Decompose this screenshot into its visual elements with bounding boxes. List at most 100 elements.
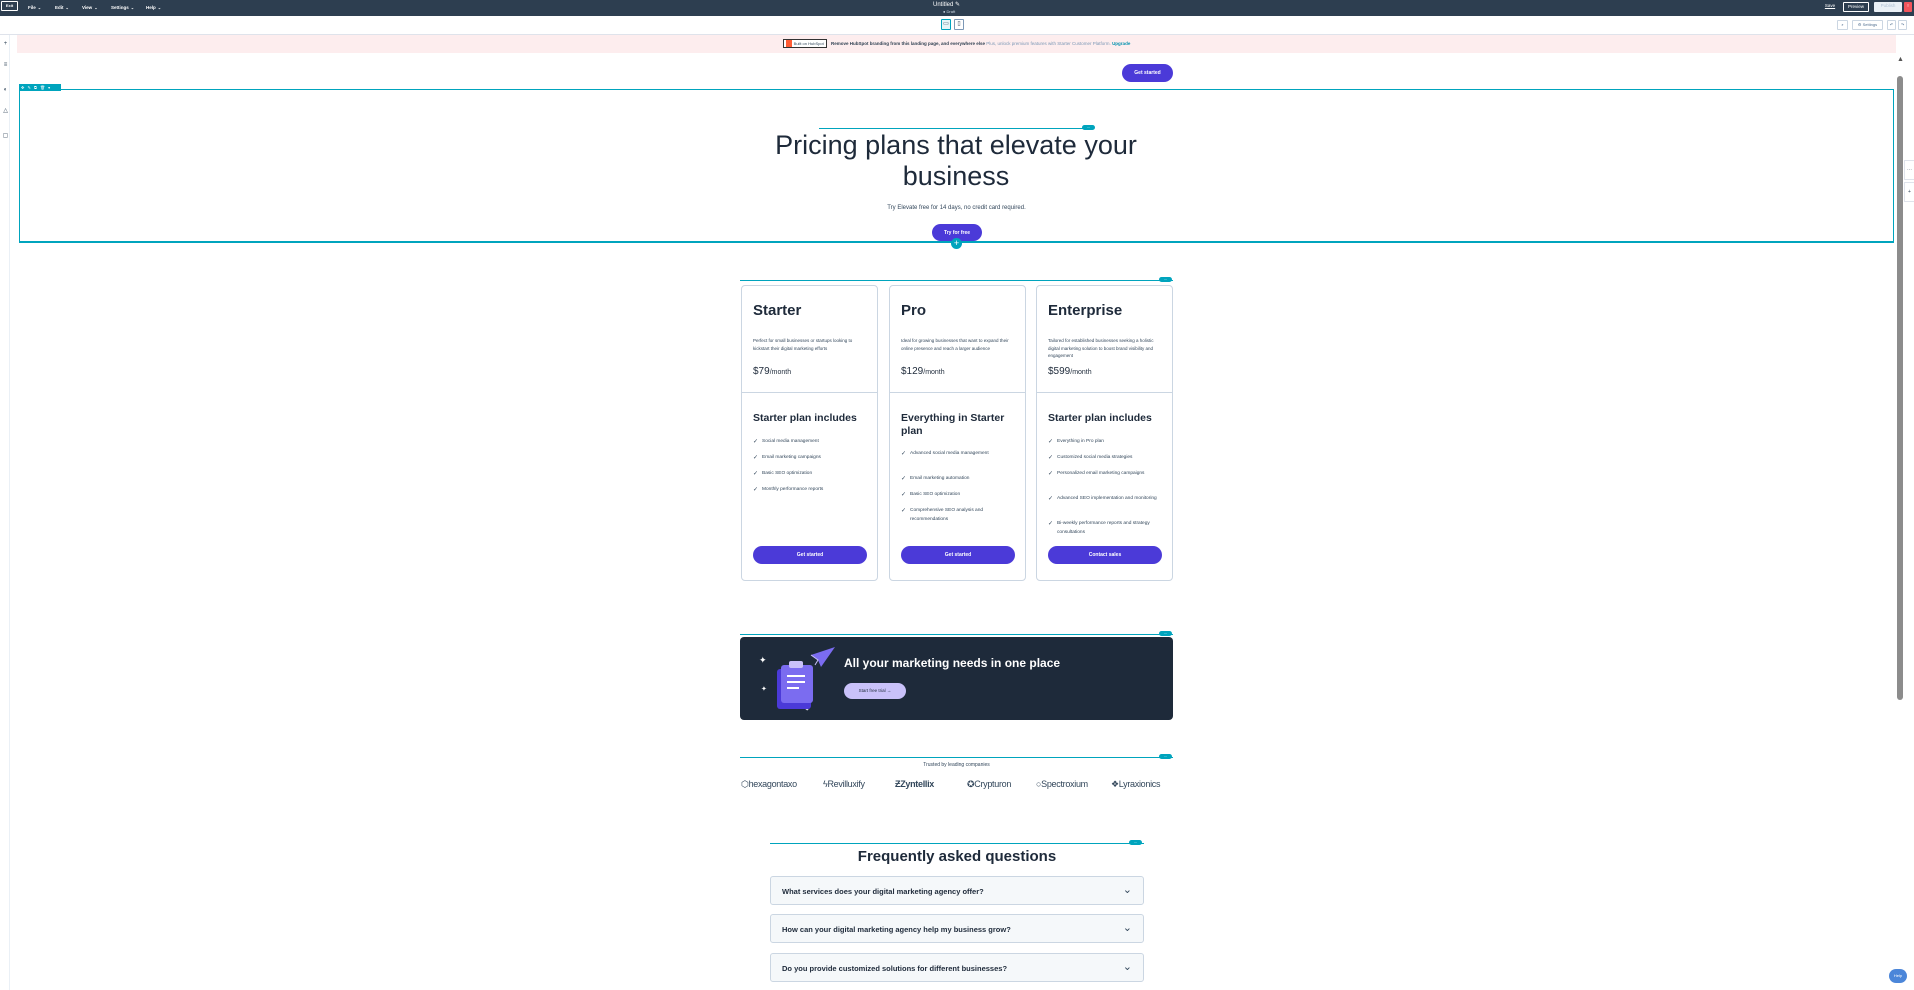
plan-feature-text: Comprehensive SEO analysis and recommend… — [910, 508, 984, 522]
plan-price-amount: $129 — [901, 366, 924, 377]
plan-feature: ✓ Advanced SEO implementation and monitor… — [1048, 495, 1164, 504]
header-get-started-button[interactable]: Get started — [1122, 64, 1173, 82]
help-chat-button[interactable]: Help — [1889, 969, 1907, 983]
upgrade-link[interactable]: Upgrade — [1112, 41, 1130, 46]
start-free-trial-button[interactable]: Start free trial → — [844, 683, 906, 699]
hubspot-badge-label: Built on HubSpot — [793, 41, 824, 47]
starter-get-started-button[interactable]: Get started — [753, 546, 867, 564]
logo-zyntellix: ƵZyntellix — [895, 779, 934, 789]
faq-title: Frequently asked questions — [857, 848, 1057, 865]
faq-module-handle[interactable]: ⋯ — [1129, 840, 1142, 845]
logo-spectroxium-text: Spectroxium — [1041, 779, 1088, 789]
upgrade-banner: Built on HubSpot Remove HubSpot branding… — [17, 35, 1896, 53]
plan-price-amount: $79 — [753, 366, 770, 377]
publish-button[interactable]: Publish — [1874, 2, 1902, 12]
check-icon: ✓ — [753, 487, 759, 493]
logo-lyraxionics: ❖Lyraxionics — [1111, 779, 1160, 790]
plan-feature-text: Advanced social media management — [910, 451, 989, 456]
pro-get-started-button[interactable]: Get started — [901, 546, 1015, 564]
clipboard-line — [787, 681, 805, 683]
mobile-view-icon[interactable]: ▯ — [954, 19, 964, 30]
chevron-down-icon: ⌄ — [130, 5, 135, 10]
menu-edit[interactable]: Edit ⌄ — [55, 5, 69, 10]
arrow-right-icon: → — [886, 688, 892, 693]
promo-module-handle[interactable]: ⋯ — [1159, 631, 1172, 636]
side-tab-add-icon[interactable]: + — [1904, 182, 1914, 202]
plan-feature: ✓ Basic SEO optimization — [753, 470, 869, 479]
menu-file-label: File — [28, 5, 36, 10]
plan-price-period: /month — [923, 369, 945, 376]
plan-card-starter: Starter Perfect for small businesses or … — [741, 285, 878, 581]
scrollbar[interactable]: ▲ — [1896, 56, 1904, 990]
promo-title: All your marketing needs in one place — [844, 656, 1061, 670]
redo-icon[interactable]: ↷ — [1898, 20, 1907, 30]
plan-feature: ✓ Personalized email marketing campaigns — [1048, 470, 1164, 479]
faq-item[interactable]: Do you provide customized solutions for … — [770, 953, 1144, 982]
more-icon[interactable]: ▾ — [48, 85, 51, 90]
theme-icon[interactable]: ◐ — [2, 87, 9, 94]
plan-card-pro: Pro Ideal for growing businesses that wa… — [889, 285, 1026, 581]
plan-description: Perfect for small businesses or startups… — [753, 338, 853, 351]
check-icon: ✓ — [753, 439, 759, 445]
plan-feature: ✓ Customized social media strategies — [1048, 454, 1164, 463]
plan-card-enterprise: Enterprise Tailored for established busi… — [1036, 285, 1173, 581]
menu-help[interactable]: Help ⌄ — [146, 5, 161, 10]
exit-button[interactable]: Exit — [1, 1, 18, 11]
menu-file[interactable]: File ⌄ — [28, 5, 41, 10]
check-icon: ✓ — [1048, 471, 1054, 477]
plan-feature: ✓ Comprehensive SEO analysis and recommen… — [901, 507, 1017, 524]
faq-question: How can your digital marketing agency he… — [782, 925, 1011, 934]
plan-card-header: Enterprise Tailored for established busi… — [1037, 286, 1172, 393]
plan-feature-text: Email marketing automation — [910, 476, 970, 481]
add-section-icon[interactable]: + — [951, 238, 962, 249]
scrollbar-thumb[interactable] — [1897, 76, 1903, 700]
move-icon[interactable]: ✥ — [21, 85, 25, 90]
plan-feature: ✓ Basic SEO optimization — [901, 491, 1017, 500]
page-icon[interactable]: ▢ — [2, 133, 9, 140]
editor-sub-bar: ▭ ▯ ⌕ ⚙ Settings ↶ ↷ — [0, 16, 1914, 35]
plan-feature-text: Bi-weekly performance reports and strate… — [1057, 521, 1150, 535]
notification-badge[interactable]: ! — [1904, 2, 1912, 12]
plan-feature: ✓ Email marketing automation — [901, 475, 1017, 484]
logo-revilluxify: ϟRevilluxify — [823, 779, 865, 789]
logo-lyraxionics-text: Lyraxionics — [1118, 779, 1161, 789]
chevron-down-icon: ⌄ — [1122, 884, 1132, 896]
faq-item[interactable]: How can your digital marketing agency he… — [770, 914, 1144, 943]
logo-hexagontaxo-text: hexagontaxo — [748, 779, 798, 789]
delete-icon[interactable]: 🗑 — [40, 85, 46, 90]
plan-feature: ✓ Email marketing campaigns — [753, 454, 869, 463]
scroll-up-icon[interactable]: ▲ — [1897, 56, 1904, 63]
hexagon-icon: ⬡ — [741, 779, 749, 789]
sparkle-icon: ✦ — [759, 655, 767, 665]
banner-subtext: Plus, unlock premium features with Start… — [986, 41, 1111, 46]
pricing-module-handle[interactable]: ⋯ — [1159, 277, 1172, 282]
contact-sales-button[interactable]: Contact sales — [1048, 546, 1162, 564]
save-button[interactable]: Save — [1824, 2, 1836, 12]
add-icon[interactable]: + — [2, 41, 9, 48]
preview-button[interactable]: Preview — [1843, 2, 1869, 12]
hero-subtitle: Try Elevate free for 14 days, no credit … — [887, 205, 1026, 211]
section-toolbar[interactable]: ✥ ✎ ⧉ 🗑 ▾ — [19, 84, 61, 91]
pencil-icon[interactable]: ✎ — [955, 2, 960, 8]
plan-price: $129/month — [901, 366, 945, 377]
clipboard-line — [787, 675, 805, 677]
search-icon[interactable]: ⌕ — [1837, 20, 1848, 30]
check-icon: ✓ — [901, 492, 907, 498]
optimize-icon[interactable]: △ — [2, 108, 9, 115]
menu-settings[interactable]: Settings ⌄ — [111, 5, 134, 10]
desktop-view-icon[interactable]: ▭ — [941, 19, 951, 30]
plan-feature-text: Customized social media strategies — [1057, 455, 1133, 460]
menu-view[interactable]: View ⌄ — [82, 5, 98, 10]
side-tab-more-icon[interactable]: ⋯ — [1904, 160, 1914, 180]
start-free-trial-label: Start free trial — [858, 688, 886, 693]
settings-button[interactable]: ⚙ Settings — [1852, 20, 1883, 30]
document-title[interactable]: Untitled ✎ — [933, 1, 960, 8]
undo-icon[interactable]: ↶ — [1887, 20, 1896, 30]
promo-module-outline — [740, 634, 1173, 635]
module-outline — [819, 128, 1089, 129]
edit-icon[interactable]: ✎ — [27, 85, 31, 90]
faq-item[interactable]: What services does your digital marketin… — [770, 876, 1144, 905]
clone-icon[interactable]: ⧉ — [34, 85, 38, 90]
logos-module-handle[interactable]: ⋯ — [1159, 754, 1172, 759]
layers-icon[interactable]: ≡ — [2, 62, 9, 69]
